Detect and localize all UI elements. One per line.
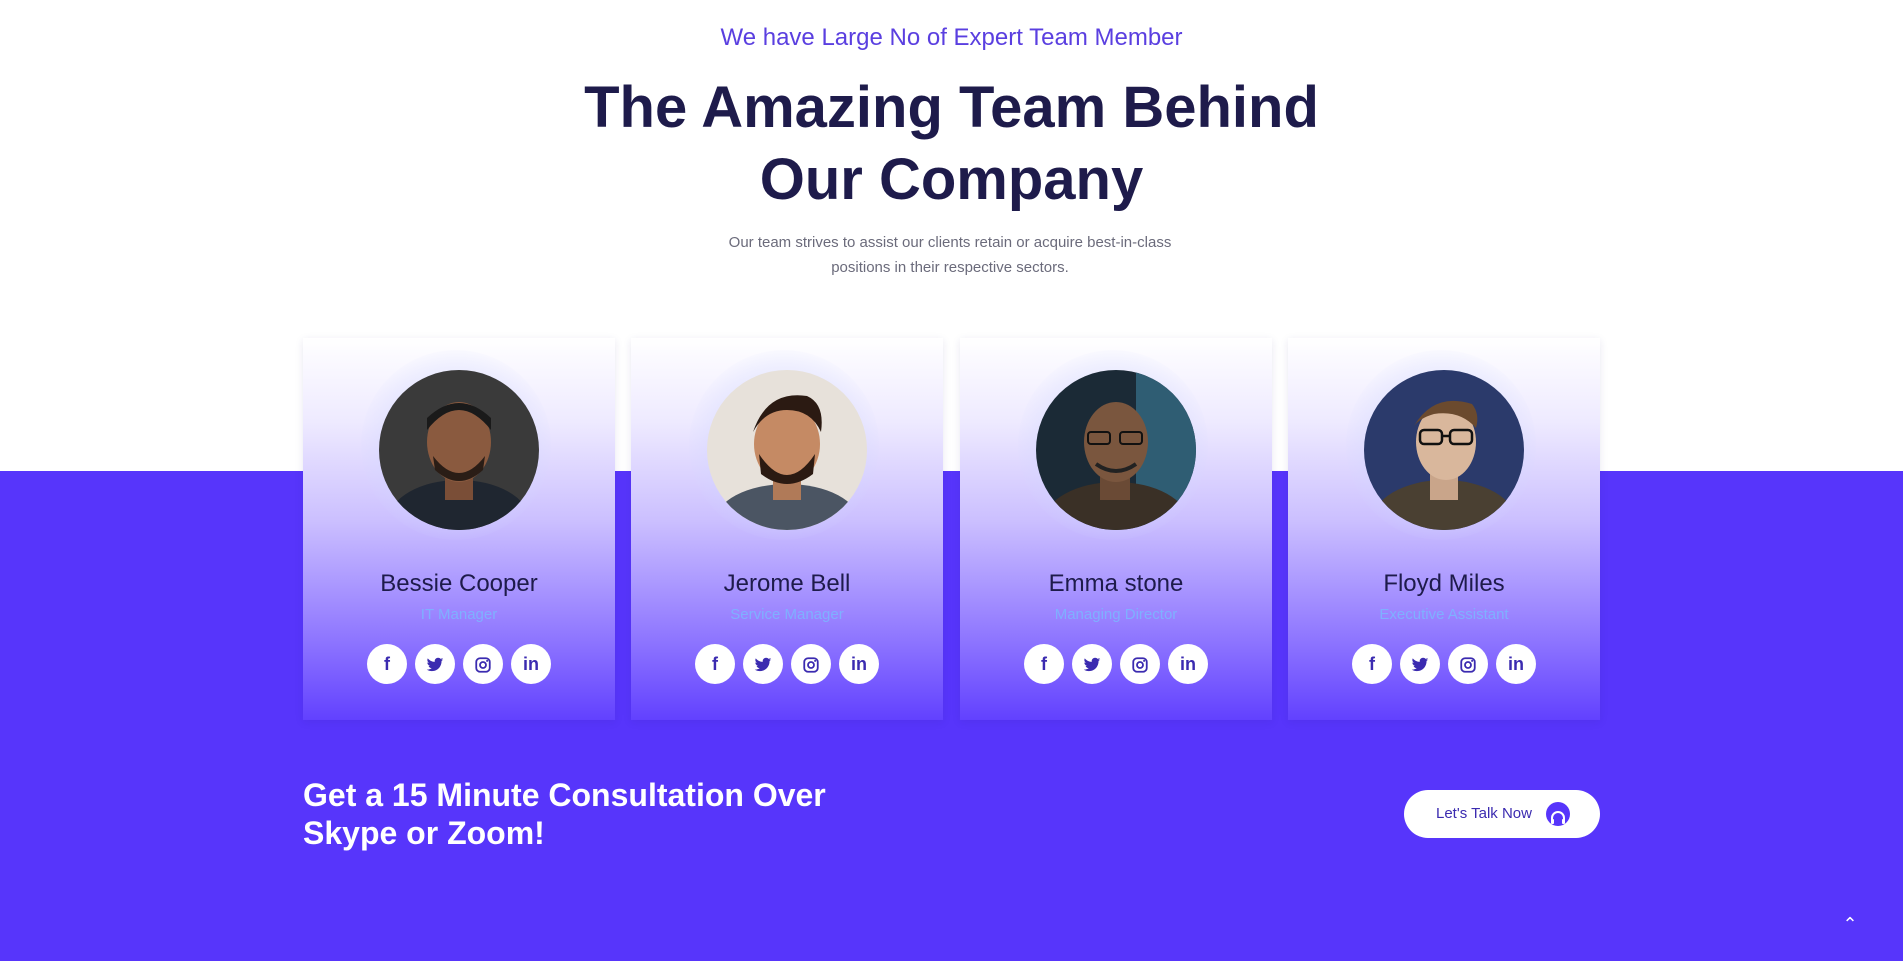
member-role: Service Manager bbox=[730, 606, 844, 623]
section-title-line2: Our Company bbox=[759, 147, 1144, 212]
linkedin-icon[interactable]: in bbox=[1168, 644, 1208, 684]
avatar bbox=[1036, 370, 1196, 530]
avatar-wrap bbox=[361, 350, 551, 540]
member-name: Jerome Bell bbox=[723, 570, 851, 597]
social-links: f in bbox=[303, 644, 615, 684]
section-description-line1: Our team strives to assist our clients r… bbox=[728, 234, 1172, 251]
facebook-icon[interactable]: f bbox=[695, 644, 735, 684]
member-role: IT Manager bbox=[420, 606, 498, 623]
social-links: f in bbox=[960, 644, 1272, 684]
facebook-icon[interactable]: f bbox=[1024, 644, 1064, 684]
twitter-icon[interactable] bbox=[415, 644, 455, 684]
twitter-icon[interactable] bbox=[1400, 644, 1440, 684]
section-title-line1: The Amazing Team Behind bbox=[584, 75, 1319, 140]
team-card-4: Floyd Miles Executive Assistant f in bbox=[1288, 338, 1600, 720]
headphones-icon bbox=[1546, 802, 1570, 826]
team-card-1: Bessie Cooper IT Manager f in bbox=[303, 338, 615, 720]
section-title: The Amazing Team Behind Our Company bbox=[0, 72, 1903, 216]
team-cards: Bessie Cooper IT Manager f in Jerome Bel… bbox=[303, 338, 1601, 720]
team-card-2: Jerome Bell Service Manager f in bbox=[631, 338, 943, 720]
instagram-icon[interactable] bbox=[791, 644, 831, 684]
facebook-icon[interactable]: f bbox=[367, 644, 407, 684]
facebook-icon[interactable]: f bbox=[1352, 644, 1392, 684]
member-role: Managing Director bbox=[1054, 606, 1178, 623]
section-subtitle: We have Large No of Expert Team Member bbox=[720, 24, 1183, 51]
member-name: Floyd Miles bbox=[1383, 570, 1505, 597]
instagram-icon[interactable] bbox=[463, 644, 503, 684]
cta-heading-line2: Skype or Zoom! bbox=[303, 815, 545, 851]
section-description-line2: positions in their respective sectors. bbox=[831, 259, 1069, 276]
avatar bbox=[1364, 370, 1524, 530]
section-description: Our team strives to assist our clients r… bbox=[700, 230, 1200, 280]
cta-heading-line1: Get a 15 Minute Consultation Over bbox=[303, 777, 826, 813]
member-role: Executive Assistant bbox=[1379, 606, 1509, 623]
social-links: f in bbox=[631, 644, 943, 684]
twitter-icon[interactable] bbox=[1072, 644, 1112, 684]
avatar-wrap bbox=[1018, 350, 1208, 540]
member-name: Bessie Cooper bbox=[380, 570, 538, 597]
instagram-icon[interactable] bbox=[1448, 644, 1488, 684]
linkedin-icon[interactable]: in bbox=[511, 644, 551, 684]
lets-talk-button[interactable]: Let's Talk Now bbox=[1404, 790, 1600, 838]
linkedin-icon[interactable]: in bbox=[839, 644, 879, 684]
avatar-wrap bbox=[689, 350, 879, 540]
linkedin-icon[interactable]: in bbox=[1496, 644, 1536, 684]
team-card-3: Emma stone Managing Director f in bbox=[960, 338, 1272, 720]
twitter-icon[interactable] bbox=[743, 644, 783, 684]
scroll-to-top-icon[interactable]: ⌃ bbox=[1838, 912, 1862, 936]
avatar bbox=[707, 370, 867, 530]
member-name: Emma stone bbox=[1048, 570, 1184, 597]
social-links: f in bbox=[1288, 644, 1600, 684]
avatar-wrap bbox=[1346, 350, 1536, 540]
lets-talk-label: Let's Talk Now bbox=[1436, 805, 1532, 822]
avatar bbox=[379, 370, 539, 530]
instagram-icon[interactable] bbox=[1120, 644, 1160, 684]
cta-heading: Get a 15 Minute Consultation Over Skype … bbox=[303, 776, 863, 852]
